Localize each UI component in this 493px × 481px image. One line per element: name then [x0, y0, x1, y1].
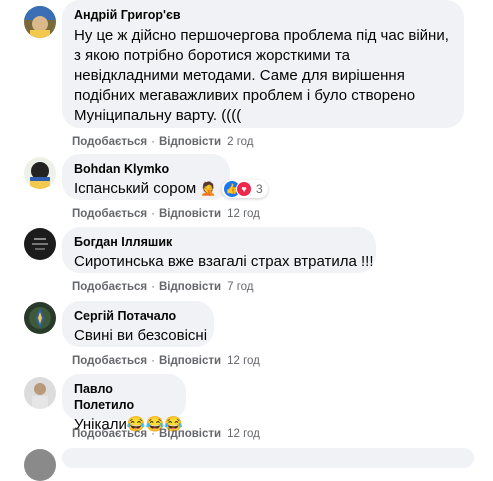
comment-line: Муніципальну варту. ((((: [74, 107, 242, 124]
avatar-image: [24, 6, 56, 38]
avatar-image: [24, 157, 56, 189]
reply-button[interactable]: Відповісти: [159, 355, 221, 367]
comment-actions: Подобається · Відповісти 12 год: [72, 354, 260, 368]
facepalm-emoji: 🤦: [200, 181, 217, 196]
comment-text-value: Іспанський сором: [74, 180, 197, 197]
comment-text: Іспанський сором 🤦: [74, 179, 218, 199]
avatar-image: [24, 377, 56, 409]
avatar[interactable]: [24, 6, 56, 38]
like-button[interactable]: Подобається: [72, 136, 147, 148]
separator-dot: ·: [151, 281, 155, 293]
comment-text: Сиротинська вже взагалі страх втратила !…: [74, 253, 374, 270]
comment-actions: Подобається · Відповісти 7 год: [72, 280, 254, 294]
comment-author[interactable]: Сергій Потачало: [74, 308, 202, 324]
comment-author[interactable]: Павло Полетило: [74, 381, 174, 413]
comment-actions: Подобається · Відповісти 12 год: [72, 427, 260, 441]
separator-dot: ·: [151, 428, 155, 440]
comment-line: подібних мегаважливих проблем і було ств…: [74, 87, 416, 104]
avatar[interactable]: [24, 228, 56, 260]
avatar[interactable]: [24, 449, 56, 481]
comment-bubble-partial: [62, 448, 474, 468]
reply-button[interactable]: Відповісти: [159, 281, 221, 293]
comment-author[interactable]: Bohdan Klymko: [74, 161, 218, 177]
avatar-image: [24, 302, 56, 334]
comment-actions: Подобається · Відповісти 12 год: [72, 207, 260, 221]
separator-dot: ·: [151, 136, 155, 148]
avatar[interactable]: [24, 157, 56, 189]
reply-button[interactable]: Відповісти: [159, 208, 221, 220]
comment-line: невідкладними методами. Саме для вирішен…: [74, 67, 405, 84]
comment-author[interactable]: Богдан Ілляшик: [74, 234, 364, 250]
like-button[interactable]: Подобається: [72, 281, 147, 293]
reaction-count: 3: [256, 182, 263, 196]
comment-time[interactable]: 12 год: [227, 355, 260, 367]
avatar[interactable]: [24, 377, 56, 409]
reply-button[interactable]: Відповісти: [159, 428, 221, 440]
heart-reaction-icon: ♥: [236, 181, 252, 197]
comment-time[interactable]: 12 год: [227, 208, 260, 220]
reactions-badge[interactable]: 👍 ♥ 3: [222, 180, 268, 198]
comment-text: Свині ви безсовісні: [74, 327, 208, 344]
comment-line: з якою потрібно боротися жорсткими та: [74, 47, 350, 64]
reply-button[interactable]: Відповісти: [159, 136, 221, 148]
comment-bubble: Сергій Потачало Свині ви безсовісні: [62, 301, 214, 347]
comment-actions: Подобається · Відповісти 2 год: [72, 135, 254, 149]
avatar-image: [24, 228, 56, 260]
like-button[interactable]: Подобається: [72, 355, 147, 367]
comment-author[interactable]: Андрій Григор'єв: [74, 7, 452, 23]
like-button[interactable]: Подобається: [72, 428, 147, 440]
comment-time[interactable]: 2 год: [227, 136, 253, 148]
avatar[interactable]: [24, 302, 56, 334]
separator-dot: ·: [151, 208, 155, 220]
comment-bubble: Bohdan Klymko Іспанський сором 🤦: [62, 154, 230, 200]
comment-bubble: Павло Полетило Унікали😂😂😂: [62, 374, 186, 433]
comment-time[interactable]: 12 год: [227, 428, 260, 440]
comment-line: Ну це ж дійсно першочергова проблема під…: [74, 27, 449, 44]
comment-time[interactable]: 7 год: [227, 281, 253, 293]
separator-dot: ·: [151, 355, 155, 367]
comment-bubble: Андрій Григор'єв Ну це ж дійсно першочер…: [62, 0, 464, 128]
comment-bubble: Богдан Ілляшик Сиротинська вже взагалі с…: [62, 227, 376, 273]
like-button[interactable]: Подобається: [72, 208, 147, 220]
